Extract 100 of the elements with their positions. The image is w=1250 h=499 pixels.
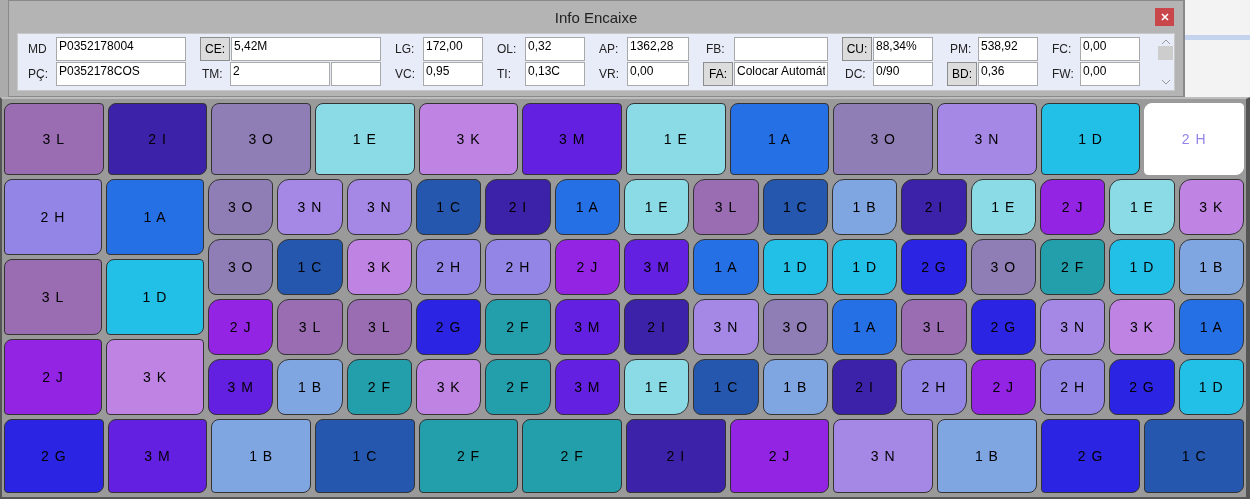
pattern-piece[interactable]: 2 F <box>346 359 412 415</box>
pattern-piece[interactable]: 3 N <box>277 179 343 235</box>
pattern-piece[interactable]: 2 F <box>485 359 551 415</box>
input-field[interactable]: 88,34% <box>873 37 933 61</box>
field-button[interactable]: FA: <box>703 62 733 86</box>
pattern-piece[interactable]: 1 A <box>729 103 830 175</box>
pattern-piece[interactable]: 3 N <box>693 299 759 355</box>
field-label: VR: <box>599 67 620 81</box>
pattern-piece[interactable]: 3 L <box>277 299 343 355</box>
input-field[interactable] <box>331 62 381 86</box>
pattern-piece[interactable]: 1 E <box>623 179 690 235</box>
pattern-piece[interactable]: 1 B <box>211 419 311 493</box>
pattern-piece[interactable]: 2 H <box>1039 359 1106 415</box>
input-field[interactable]: 0,32 <box>525 37 585 61</box>
field-label: LG: <box>395 42 416 56</box>
pattern-piece[interactable]: 3 L <box>901 299 967 355</box>
pattern-piece[interactable]: 3 K <box>1109 299 1175 355</box>
pattern-piece[interactable]: 1 D <box>831 239 898 295</box>
input-field[interactable]: 0,00 <box>627 62 689 86</box>
input-field[interactable] <box>734 37 828 61</box>
pattern-piece[interactable]: 1 A <box>1178 299 1244 355</box>
input-field[interactable]: 1362,28 <box>627 37 689 61</box>
pattern-piece[interactable]: 3 O <box>211 103 311 175</box>
pattern-piece[interactable]: 2 J <box>970 359 1036 415</box>
pattern-piece[interactable]: 3 L <box>346 299 412 355</box>
close-icon <box>1160 13 1169 21</box>
pattern-piece[interactable]: 1 E <box>626 103 726 175</box>
pattern-piece[interactable]: 3 N <box>833 419 934 493</box>
field-label: MD <box>28 42 48 56</box>
input-field[interactable]: 0,13C <box>525 62 585 86</box>
field-button[interactable]: CE: <box>200 37 230 61</box>
close-button[interactable] <box>1155 8 1174 26</box>
pattern-piece[interactable]: 2 H <box>901 359 967 415</box>
pattern-piece[interactable]: 3 K <box>416 359 482 415</box>
field-label: OL: <box>497 42 518 56</box>
pattern-piece[interactable]: 1 D <box>106 259 204 335</box>
pattern-piece[interactable]: 1 B <box>831 179 898 235</box>
input-field[interactable]: 0/90 <box>873 62 933 86</box>
pattern-piece[interactable]: 1 E <box>1109 179 1175 235</box>
pattern-piece[interactable]: 3 N <box>346 179 412 235</box>
pattern-piece[interactable]: 3 O <box>762 299 828 355</box>
pattern-piece[interactable]: 1 D <box>1109 239 1175 295</box>
pattern-piece[interactable]: 2 H <box>4 179 102 255</box>
pattern-piece[interactable]: 1 D <box>1178 359 1244 415</box>
pattern-piece[interactable]: 3 K <box>346 239 412 295</box>
pattern-piece[interactable]: 1 A <box>554 179 620 235</box>
pattern-piece[interactable]: 2 J <box>554 239 620 295</box>
pattern-piece[interactable]: 3 K <box>106 339 204 415</box>
pattern-piece[interactable]: 3 O <box>833 103 934 175</box>
pattern-piece[interactable]: 3 L <box>4 103 104 175</box>
pattern-piece[interactable]: 3 K <box>418 103 519 175</box>
input-field[interactable]: 0,00 <box>1080 37 1140 61</box>
pattern-piece[interactable]: 2 F <box>522 419 623 493</box>
pattern-piece[interactable]: 1 D <box>762 239 828 295</box>
pattern-piece[interactable]: 1 D <box>1040 103 1141 175</box>
pattern-piece[interactable]: 2 H <box>416 239 482 295</box>
pattern-piece[interactable]: 3 K <box>1178 179 1244 235</box>
pattern-piece[interactable]: 1 E <box>970 179 1036 235</box>
pattern-piece[interactable]: 2 J <box>4 339 102 415</box>
input-field[interactable]: 5,42M <box>231 37 381 61</box>
input-field[interactable]: 538,92 <box>978 37 1038 61</box>
input-field[interactable]: 172,00 <box>423 37 483 61</box>
pattern-piece[interactable]: 3 L <box>4 259 102 335</box>
field-button[interactable]: CU: <box>842 37 872 61</box>
pattern-piece[interactable]: 2 J <box>1039 179 1106 235</box>
pattern-piece[interactable]: 1 B <box>937 419 1037 493</box>
input-field[interactable]: 0,00 <box>1080 62 1140 86</box>
pattern-piece[interactable]: 1 A <box>693 239 759 295</box>
pattern-piece[interactable]: 1 B <box>277 359 343 415</box>
input-field[interactable]: 0,36 <box>978 62 1038 86</box>
pattern-piece[interactable]: 3 O <box>970 239 1036 295</box>
input-field[interactable]: P0352178004 <box>56 37 186 61</box>
pattern-piece[interactable]: 3 N <box>937 103 1037 175</box>
pattern-piece[interactable]: 2 F <box>418 419 519 493</box>
pattern-piece[interactable]: 1 E <box>623 359 690 415</box>
pattern-piece[interactable]: 2 J <box>729 419 830 493</box>
pattern-piece[interactable]: 1 B <box>1178 239 1244 295</box>
input-field[interactable]: P0352178COS <box>56 62 186 86</box>
pattern-piece[interactable]: 2 F <box>1039 239 1106 295</box>
field-button[interactable]: BD: <box>947 62 977 86</box>
pattern-piece[interactable]: 3 L <box>693 179 759 235</box>
pattern-piece[interactable]: 1 E <box>315 103 415 175</box>
pattern-piece[interactable]: 3 O <box>208 179 274 235</box>
pattern-piece[interactable]: 1 A <box>831 299 898 355</box>
input-field[interactable]: 0,95 <box>423 62 483 86</box>
pattern-piece[interactable]: 2 F <box>485 299 551 355</box>
pattern-piece[interactable]: 3 O <box>208 239 274 295</box>
input-field[interactable]: 2 <box>230 62 330 86</box>
field-label: VC: <box>395 67 416 81</box>
scrollbar-thumb[interactable] <box>1158 46 1173 60</box>
field-label: AP: <box>599 42 620 56</box>
pattern-piece[interactable]: 3 N <box>1039 299 1106 355</box>
field-label: TI: <box>497 67 512 81</box>
pattern-piece[interactable]: 2 J <box>208 299 274 355</box>
field-label: DC: <box>845 67 867 81</box>
input-field[interactable]: Colocar Automát <box>734 62 828 86</box>
field-label: PÇ: <box>28 67 49 81</box>
pattern-piece[interactable]: 2 H <box>485 239 551 295</box>
pattern-piece[interactable]: 1 B <box>762 359 828 415</box>
pattern-piece[interactable]: 1 A <box>106 179 204 255</box>
